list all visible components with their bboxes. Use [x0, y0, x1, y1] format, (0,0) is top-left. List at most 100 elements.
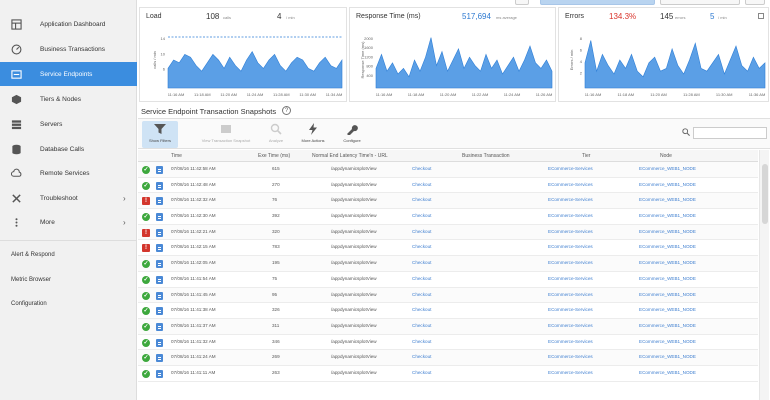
- cell-node[interactable]: ECommerce_WEB1_NODE: [639, 182, 696, 187]
- snapshot-doc-icon[interactable]: [156, 307, 163, 316]
- table-row[interactable]: ✓ 07/08/16 11:41:24 AM 269/appdynamicsplot…: [138, 350, 758, 366]
- nav-application-dashboard[interactable]: Application Dashboard: [0, 12, 137, 36]
- cell-node[interactable]: ECommerce_WEB1_NODE: [639, 292, 696, 297]
- nav-tiers-nodes[interactable]: Tiers & Nodes: [0, 87, 137, 111]
- cell-node[interactable]: ECommerce_WEB1_NODE: [639, 260, 696, 265]
- cell-business-transaction[interactable]: Checkout: [412, 166, 431, 171]
- scrollbar-thumb[interactable]: [762, 164, 768, 224]
- nav-configuration[interactable]: Configuration: [11, 301, 47, 307]
- cell-business-transaction[interactable]: Checkout: [412, 276, 431, 281]
- col-exe-time[interactable]: Exe Time (ms): [258, 153, 290, 159]
- cell-tier[interactable]: ECommerce-Services: [548, 354, 593, 359]
- table-row[interactable]: ✓ 07/08/16 11:41:45 AM 95/appdynamicsplotV…: [138, 287, 758, 304]
- table-row[interactable]: ! 07/08/16 11:42:21 AM 320/appdynamicsplot…: [138, 224, 758, 241]
- cell-business-transaction[interactable]: Checkout: [412, 213, 431, 218]
- view-snapshot-button[interactable]: View Transaction Snapshot: [198, 121, 254, 148]
- snapshot-doc-icon[interactable]: [156, 322, 163, 331]
- col-url[interactable]: Normal End Latency Time'n - URL: [312, 153, 388, 159]
- snapshot-doc-icon[interactable]: [156, 197, 163, 206]
- nav-database-calls[interactable]: Database Calls: [0, 137, 137, 161]
- cell-node[interactable]: ECommerce_WEB1_NODE: [639, 339, 696, 344]
- col-business-transaction[interactable]: Business Transaction: [462, 153, 510, 159]
- cell-business-transaction[interactable]: Checkout: [412, 370, 431, 375]
- snapshot-doc-icon[interactable]: [156, 244, 163, 253]
- snapshot-doc-icon[interactable]: [156, 213, 163, 222]
- cell-business-transaction[interactable]: Checkout: [412, 339, 431, 344]
- analyze-button[interactable]: Analyze: [262, 121, 290, 148]
- snapshot-doc-icon[interactable]: [156, 275, 163, 284]
- nav-more[interactable]: More ›: [0, 210, 137, 234]
- cell-tier[interactable]: ECommerce-Services: [548, 229, 593, 234]
- nav-business-transactions[interactable]: Business Transactions: [0, 37, 137, 61]
- cell-node[interactable]: ECommerce_WEB1_NODE: [639, 166, 696, 171]
- search-input[interactable]: [693, 127, 767, 139]
- snapshot-doc-icon[interactable]: [156, 260, 163, 269]
- table-row[interactable]: ✓ 07/08/16 11:41:54 AM 75/appdynamicsplotV…: [138, 272, 758, 288]
- cell-node[interactable]: ECommerce_WEB1_NODE: [639, 244, 696, 249]
- cell-tier[interactable]: ECommerce-Services: [548, 260, 593, 265]
- cell-business-transaction[interactable]: Checkout: [412, 229, 431, 234]
- snapshot-doc-icon[interactable]: [156, 181, 163, 190]
- vertical-scrollbar[interactable]: [759, 150, 769, 400]
- table-row[interactable]: ✓ 07/08/16 11:41:38 AM 326/appdynamicsplot…: [138, 303, 758, 319]
- col-node[interactable]: Node: [660, 153, 672, 159]
- cell-business-transaction[interactable]: Checkout: [412, 292, 431, 297]
- nav-servers[interactable]: Servers: [0, 112, 137, 136]
- more-actions-button[interactable]: More Actions: [298, 121, 328, 148]
- table-row[interactable]: ✓ 07/08/16 11:42:48 AM 270/appdynamicsplot…: [138, 178, 758, 194]
- cell-node[interactable]: ECommerce_WEB1_NODE: [639, 197, 696, 202]
- table-row[interactable]: ! 07/08/16 11:42:15 AM 783/appdynamicsplot…: [138, 240, 758, 257]
- cell-node[interactable]: ECommerce_WEB1_NODE: [639, 276, 696, 281]
- cell-tier[interactable]: ECommerce-Services: [548, 292, 593, 297]
- cell-tier[interactable]: ECommerce-Services: [548, 197, 593, 202]
- cell-node[interactable]: ECommerce_WEB1_NODE: [639, 307, 696, 312]
- cell-business-transaction[interactable]: Checkout: [412, 244, 431, 249]
- table-row[interactable]: ! 07/08/16 11:42:32 AM 76/appdynamicsplotV…: [138, 193, 758, 210]
- cell-business-transaction[interactable]: Checkout: [412, 307, 431, 312]
- table-row[interactable]: ✓ 07/08/16 11:42:30 AM 392/appdynamicsplot…: [138, 209, 758, 225]
- table-row[interactable]: ✓ 07/08/16 11:41:32 AM 346/appdynamicsplot…: [138, 335, 758, 351]
- cell-business-transaction[interactable]: Checkout: [412, 197, 431, 202]
- table-row[interactable]: ✓ 07/08/16 11:42:58 AM 615/appdynamicsplot…: [138, 162, 758, 178]
- help-icon[interactable]: ?: [282, 106, 291, 115]
- nav-metric-browser[interactable]: Metric Browser: [11, 277, 51, 283]
- nav-service-endpoints[interactable]: Service Endpoints: [0, 62, 137, 86]
- cell-tier[interactable]: ECommerce-Services: [548, 339, 593, 344]
- nav-troubleshoot[interactable]: Troubleshoot ›: [0, 186, 137, 210]
- snapshot-doc-icon[interactable]: [156, 291, 163, 300]
- snapshot-doc-icon[interactable]: [156, 354, 163, 363]
- show-filters-button[interactable]: Show Filters: [142, 121, 178, 148]
- table-row[interactable]: ✓ 07/08/16 11:42:05 AM 195/appdynamicsplot…: [138, 256, 758, 272]
- top-button[interactable]: [515, 0, 529, 5]
- cell-tier[interactable]: ECommerce-Services: [548, 182, 593, 187]
- col-time[interactable]: Time: [171, 153, 182, 159]
- cell-tier[interactable]: ECommerce-Services: [548, 244, 593, 249]
- table-row[interactable]: ✓ 07/08/16 11:41:37 AM 311/appdynamicsplot…: [138, 318, 758, 335]
- snapshot-doc-icon[interactable]: [156, 166, 163, 174]
- cell-tier[interactable]: ECommerce-Services: [548, 307, 593, 312]
- snapshot-doc-icon[interactable]: [156, 338, 163, 347]
- snapshot-doc-icon[interactable]: [156, 369, 163, 378]
- col-tier[interactable]: Tier: [582, 153, 590, 159]
- cell-tier[interactable]: ECommerce-Services: [548, 213, 593, 218]
- cell-tier[interactable]: ECommerce-Services: [548, 166, 593, 171]
- cell-node[interactable]: ECommerce_WEB1_NODE: [639, 229, 696, 234]
- cell-node[interactable]: ECommerce_WEB1_NODE: [639, 323, 696, 328]
- cell-business-transaction[interactable]: Checkout: [412, 260, 431, 265]
- cell-business-transaction[interactable]: Checkout: [412, 354, 431, 359]
- top-primary-button[interactable]: [540, 0, 655, 5]
- snapshot-doc-icon[interactable]: [156, 228, 163, 237]
- nav-alert-respond[interactable]: Alert & Respond: [11, 252, 55, 258]
- cell-node[interactable]: ECommerce_WEB1_NODE: [639, 370, 696, 375]
- cell-tier[interactable]: ECommerce-Services: [548, 276, 593, 281]
- cell-business-transaction[interactable]: Checkout: [412, 323, 431, 328]
- cell-business-transaction[interactable]: Checkout: [412, 182, 431, 187]
- cell-tier[interactable]: ECommerce-Services: [548, 370, 593, 375]
- cell-node[interactable]: ECommerce_WEB1_NODE: [639, 213, 696, 218]
- table-row[interactable]: ✓ 07/08/16 11:41:11 AM 263/appdynamicsplot…: [138, 366, 758, 382]
- top-button[interactable]: [660, 0, 740, 5]
- cell-node[interactable]: ECommerce_WEB1_NODE: [639, 354, 696, 359]
- cell-tier[interactable]: ECommerce-Services: [548, 323, 593, 328]
- top-button[interactable]: [745, 0, 765, 5]
- nav-remote-services[interactable]: Remote Services: [0, 161, 137, 185]
